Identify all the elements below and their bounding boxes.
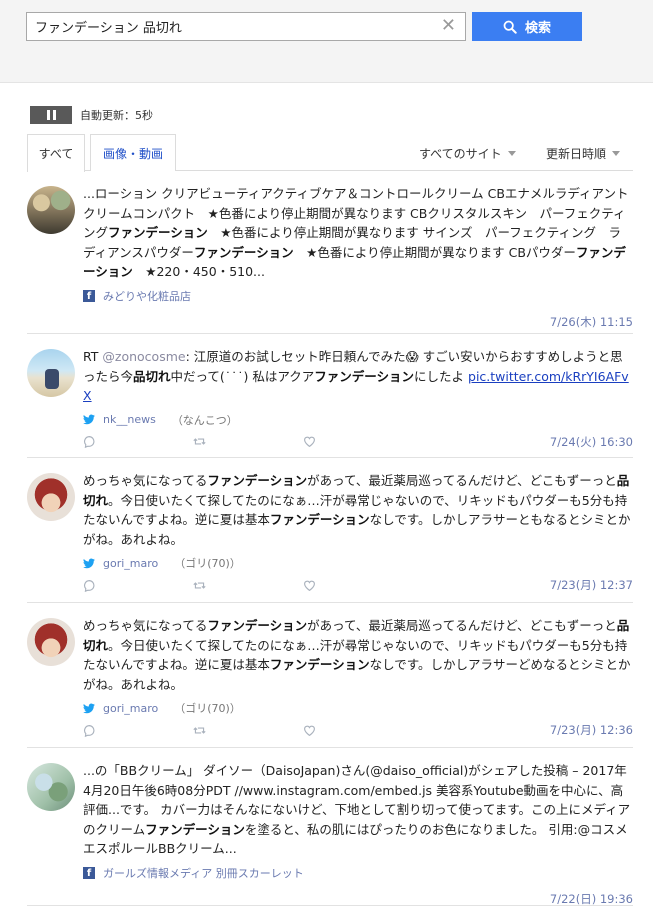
retweet-icon xyxy=(193,438,206,445)
result-text: めっちゃ気になってるファンデーションがあって、最近薬局巡ってるんだけど、どこもず… xyxy=(83,471,633,549)
result-text: ...の「BBクリーム」 ダイソー（DaisoJapan)さん(@daiso_o… xyxy=(83,761,633,859)
facebook-icon: f xyxy=(83,866,95,879)
timestamp[interactable]: 7/23(月) 12:37 xyxy=(550,577,633,593)
reply-button[interactable] xyxy=(83,435,193,448)
search-header: ✕ 検索 xyxy=(0,0,653,83)
timestamp[interactable]: 7/23(月) 12:36 xyxy=(550,722,633,738)
avatar xyxy=(27,473,75,521)
twitter-icon xyxy=(83,702,95,714)
user-nickname: （ゴリ(70)） xyxy=(174,557,241,570)
chevron-down-icon xyxy=(507,151,516,156)
retweet-button[interactable] xyxy=(193,435,303,448)
avatar xyxy=(27,763,75,811)
tab-images-videos[interactable]: 画像・動画 xyxy=(90,134,176,171)
text-segment: ★色番により停止期間が異なります CBパウダー xyxy=(293,244,576,260)
heart-icon xyxy=(304,580,315,591)
pause-button[interactable] xyxy=(30,106,72,124)
text-segment: があって、最近薬局巡ってるんだけど、どこもずーっと xyxy=(307,473,617,488)
result-feed: ...ローション クリアビューティアクティブケア＆コントロールクリーム CBエナ… xyxy=(27,171,633,906)
keyword-highlight: ファンデーション xyxy=(108,225,208,240)
heart-icon xyxy=(304,436,315,448)
user-nickname: （ゴリ(70)） xyxy=(174,702,241,715)
keyword-highlight: ファンデーション xyxy=(193,244,294,260)
search-input[interactable] xyxy=(27,13,432,40)
user-handle[interactable]: gori_maro xyxy=(103,702,158,715)
reply-icon xyxy=(84,724,95,737)
like-button[interactable] xyxy=(303,435,413,448)
timestamp[interactable]: 7/22(日) 19:36 xyxy=(550,891,633,907)
twitter-icon xyxy=(83,557,95,569)
search-icon xyxy=(503,20,517,34)
pause-icon xyxy=(46,110,50,120)
timestamp[interactable]: 7/26(木) 11:15 xyxy=(550,314,633,330)
retweet-icon xyxy=(193,581,206,589)
reply-button[interactable] xyxy=(83,724,193,737)
auto-update-bar: 自動更新：5秒 xyxy=(30,106,153,124)
avatar xyxy=(27,186,75,234)
clear-icon[interactable]: ✕ xyxy=(441,16,456,36)
keyword-highlight: ファンデーション xyxy=(269,657,370,672)
source-link[interactable]: ガールズ情報メディア 別冊スカーレット xyxy=(103,865,304,881)
result-item: めっちゃ気になってるファンデーションがあって、最近薬局巡ってるんだけど、どこもず… xyxy=(27,458,633,603)
text-segment: めっちゃ気になってる xyxy=(83,618,208,633)
text-segment: めっちゃ気になってる xyxy=(83,473,208,488)
retweet-icon xyxy=(193,726,206,734)
source-link[interactable]: みどりや化粧品店 xyxy=(103,288,191,304)
avatar xyxy=(27,349,75,397)
mention-link[interactable]: @zonocosme xyxy=(102,349,185,364)
keyword-highlight: ファンデーション xyxy=(145,821,245,837)
like-button[interactable] xyxy=(303,579,413,592)
user-handle[interactable]: gori_maro xyxy=(103,557,158,570)
retweet-button[interactable] xyxy=(193,579,303,592)
result-text: めっちゃ気になってるファンデーションがあって、最近薬局巡ってるんだけど、どこもず… xyxy=(83,616,633,694)
reply-button[interactable] xyxy=(83,579,193,592)
like-button[interactable] xyxy=(303,724,413,737)
keyword-highlight: ファンデーション xyxy=(269,512,370,527)
site-filter-dropdown[interactable]: すべてのサイト xyxy=(419,145,516,162)
search-button[interactable]: 検索 xyxy=(472,12,582,41)
result-item: RT @zonocosme: 江原道のお試しセット昨日頼んでみた😱 すごい安いか… xyxy=(27,334,633,458)
text-segment: にしたよ xyxy=(414,368,469,384)
keyword-highlight: ファンデーション xyxy=(207,473,308,488)
user-nickname: （なんこつ） xyxy=(171,413,238,427)
search-box: ✕ xyxy=(26,12,466,41)
search-button-label: 検索 xyxy=(524,21,551,36)
site-filter-label: すべてのサイト xyxy=(419,147,502,161)
chevron-down-icon xyxy=(612,151,621,156)
tab-bar: すべて 画像・動画 すべてのサイト 更新日時順 xyxy=(27,134,633,172)
reply-icon xyxy=(84,436,95,448)
result-item: ...の「BBクリーム」 ダイソー（DaisoJapan)さん(@daiso_o… xyxy=(27,748,633,906)
text-segment: RT xyxy=(83,349,103,364)
keyword-highlight: 品切れ xyxy=(133,368,171,384)
timestamp[interactable]: 7/24(火) 16:30 xyxy=(550,434,633,450)
facebook-icon: f xyxy=(83,289,95,302)
retweet-button[interactable] xyxy=(193,724,303,737)
heart-icon xyxy=(304,725,315,736)
avatar xyxy=(27,618,75,666)
auto-update-label: 自動更新：5秒 xyxy=(80,109,153,122)
result-text: RT @zonocosme: 江原道のお試しセット昨日頼んでみた😱 すごい安いか… xyxy=(83,347,633,406)
result-item: めっちゃ気になってるファンデーションがあって、最近薬局巡ってるんだけど、どこもず… xyxy=(27,603,633,748)
sort-label: 更新日時順 xyxy=(546,147,607,161)
reply-icon xyxy=(84,579,95,592)
keyword-highlight: ファンデーション xyxy=(314,368,415,384)
text-segment: があって、最近薬局巡ってるんだけど、どこもずーっと xyxy=(307,618,617,633)
text-segment: 中だって(˙˙˙) 私はアクア xyxy=(170,368,315,384)
sort-dropdown[interactable]: 更新日時順 xyxy=(546,145,621,162)
text-segment: ★220・450・510... xyxy=(132,264,265,279)
twitter-icon xyxy=(83,414,95,425)
keyword-highlight: ファンデーション xyxy=(207,618,308,633)
user-handle[interactable]: nk__news xyxy=(103,413,156,426)
result-item: ...ローション クリアビューティアクティブケア＆コントロールクリーム CBエナ… xyxy=(27,171,633,334)
tab-all[interactable]: すべて xyxy=(27,134,85,172)
result-text: ...ローション クリアビューティアクティブケア＆コントロールクリーム CBエナ… xyxy=(83,184,633,282)
